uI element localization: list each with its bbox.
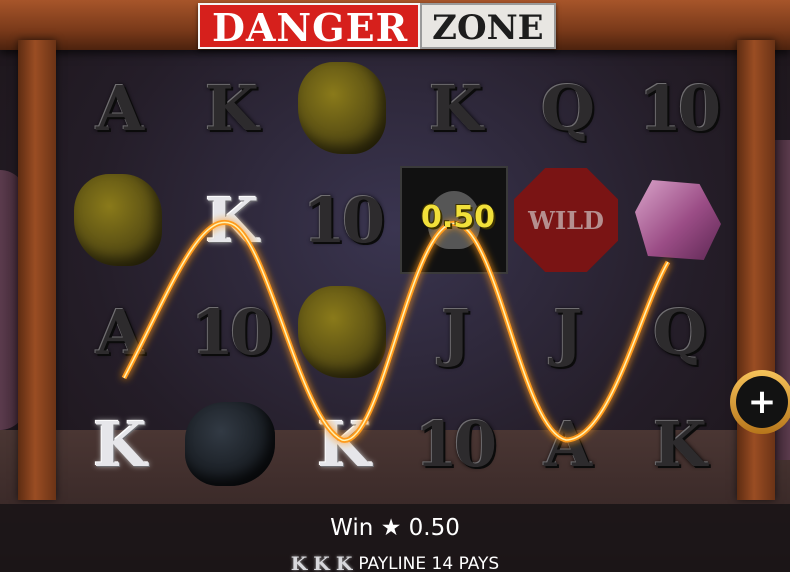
payline-symbol: K <box>313 553 330 572</box>
payline-symbol: K <box>335 553 353 572</box>
win-value: 0.50 <box>408 515 460 541</box>
payline-path <box>121 219 671 443</box>
payline-14 <box>121 219 671 443</box>
payline-info: K K K PAYLINE 14 PAYS <box>0 553 790 572</box>
increase-bet-button[interactable]: + <box>730 370 790 434</box>
game-scene: A K K Q 10 K 10 WILD A 10 J J Q K K 10 A… <box>0 0 790 572</box>
payline-symbol: K <box>290 553 308 572</box>
win-label: Win <box>330 515 374 541</box>
star-icon: ★ <box>380 515 402 541</box>
payline-text: PAYLINE 14 PAYS <box>358 554 500 572</box>
wooden-post-left <box>18 40 56 500</box>
logo-zone: ZONE <box>420 3 556 49</box>
plus-icon: + <box>736 376 788 428</box>
logo-danger: DANGER <box>198 3 421 50</box>
total-win: Win ★ 0.50 <box>0 515 790 541</box>
line-win-amount: 0.50 <box>420 200 496 235</box>
game-logo: DANGER ZONE <box>198 3 556 50</box>
